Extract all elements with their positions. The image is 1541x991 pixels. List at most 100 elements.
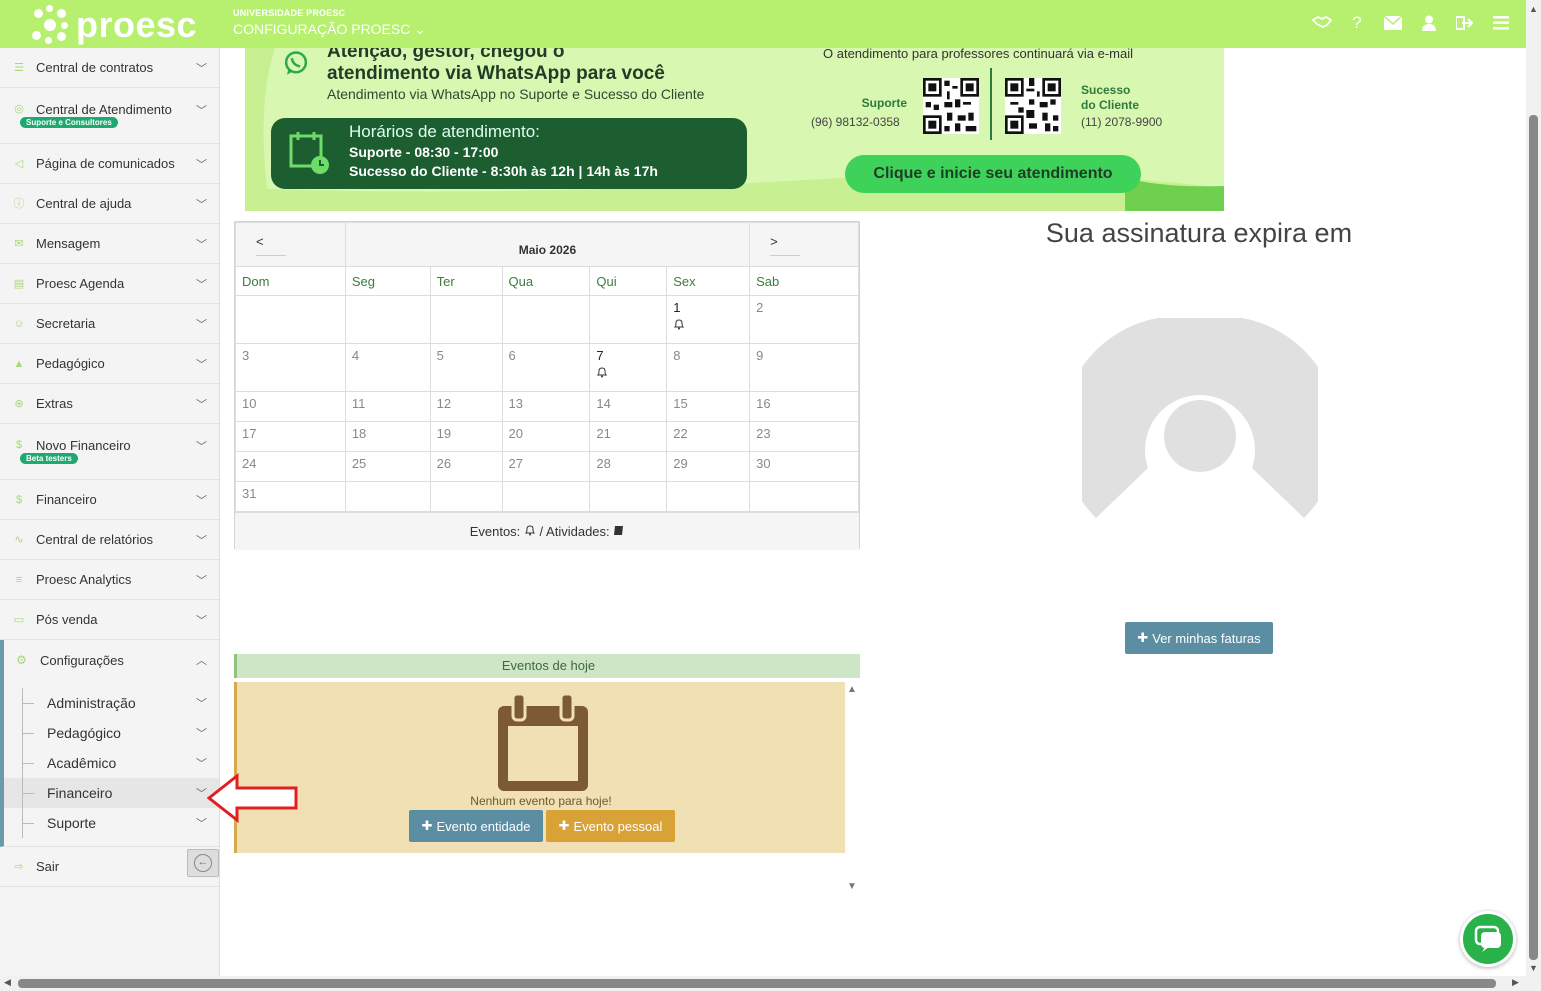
sidebar-item-secretaria[interactable]: ☺ Secretaria ﹀ (0, 304, 219, 344)
calendar-day[interactable]: 22 (666, 421, 751, 452)
calendar-day[interactable]: 11 (344, 391, 431, 422)
calendar-day[interactable]: 6 (501, 343, 591, 392)
user-icon[interactable] (1420, 12, 1438, 34)
config-subitem-academico[interactable]: Acadêmico ﹀ (4, 748, 219, 778)
sidebar-item-central-de-ajuda[interactable]: ⓘ Central de ajuda ﹀ (0, 184, 219, 224)
sidebar-item-p-gina-de-comunicados[interactable]: ◁ Página de comunicados ﹀ (0, 144, 219, 184)
sidebar-item-central-de-contratos[interactable]: ☰ Central de contratos ﹀ (0, 48, 219, 88)
calendar-day[interactable]: 4 (344, 343, 431, 392)
calendar-day[interactable]: 3 (235, 343, 346, 392)
day-number: 21 (596, 426, 611, 441)
calendar-day[interactable]: 24 (235, 451, 346, 482)
calendar-day[interactable]: 16 (749, 391, 859, 422)
calendar-day[interactable]: 12 (429, 391, 503, 422)
calendar-week-row: 17 18 19 20 21 22 23 (235, 421, 859, 452)
view-invoices-button[interactable]: ✚ Ver minhas faturas (1125, 622, 1273, 654)
scroll-up-icon[interactable]: ▲ (1529, 4, 1538, 14)
config-subitem-pedagogico[interactable]: Pedagógico ﹀ (4, 718, 219, 748)
calendar-day[interactable]: 1 (666, 295, 751, 344)
menu-icon[interactable] (1492, 12, 1510, 34)
calendar-day[interactable]: 19 (429, 421, 503, 452)
calendar-day[interactable]: 26 (429, 451, 503, 482)
institution-selector[interactable]: UNIVERSIDADE PROESC CONFIGURAÇÃO PROESC … (233, 8, 426, 38)
chat-button[interactable] (1460, 911, 1516, 967)
sidebar-item-p-s-venda[interactable]: ▭ Pós venda ﹀ (0, 600, 219, 640)
proesc-logo[interactable]: proesc (30, 4, 197, 45)
calendar-prev-button[interactable]: < (235, 222, 346, 267)
sidebar-item-financeiro[interactable]: $ Financeiro ﹀ (0, 480, 219, 520)
scrollbar-thumb[interactable] (18, 979, 1496, 988)
calendar-day[interactable]: 14 (589, 391, 668, 422)
events-scrollbar[interactable]: ▲ ▼ (845, 682, 860, 892)
calendar-day[interactable]: 10 (235, 391, 346, 422)
calendar-day[interactable]: 31 (235, 481, 346, 512)
bell-icon[interactable] (596, 366, 660, 381)
calendar-day[interactable]: 13 (501, 391, 591, 422)
calendar-day[interactable]: 8 (666, 343, 751, 392)
arrow-left-circle-icon: ← (194, 854, 212, 872)
calendar-day[interactable]: 28 (589, 451, 668, 482)
success-qr-code[interactable] (1005, 78, 1061, 134)
config-subitem-suporte[interactable]: Suporte ﹀ (4, 808, 219, 838)
sidebar-item-label: Extras (36, 396, 73, 411)
calendar-day[interactable]: 9 (749, 343, 859, 392)
section-name[interactable]: CONFIGURAÇÃO PROESC ⌄ (233, 21, 426, 38)
sidebar-item-mensagem[interactable]: ✉ Mensagem ﹀ (0, 224, 219, 264)
support-qr-code[interactable] (923, 78, 979, 134)
sidebar-item-configuracoes[interactable]: ⚙ Configurações ︿ (4, 640, 219, 680)
sidebar-item-proesc-agenda[interactable]: ▤ Proesc Agenda ﹀ (0, 264, 219, 304)
sidebar-item-novo-financeiro[interactable]: $ Novo Financeiro ﹀ Beta testers (0, 424, 219, 480)
calendar-day[interactable]: 29 (666, 451, 751, 482)
headset-icon: ◎ (14, 103, 24, 115)
calendar-next-button[interactable]: > (749, 222, 859, 267)
chevron-down-icon: ﹀ (196, 105, 207, 117)
calendar-week-row: 31 (235, 481, 859, 512)
day-number: 28 (596, 456, 611, 471)
sidebar-badge: Beta testers (20, 453, 78, 464)
sidebar-item-proesc-analytics[interactable]: ≡ Proesc Analytics ﹀ (0, 560, 219, 600)
start-whatsapp-button[interactable]: Clique e inicie seu atendimento (845, 155, 1141, 193)
day-number: 8 (673, 348, 681, 363)
calendar-day[interactable]: 25 (344, 451, 431, 482)
calendar-day[interactable]: 17 (235, 421, 346, 452)
page-horizontal-scrollbar[interactable]: ◀ ▶ (0, 976, 1526, 991)
calendar-day[interactable]: 7 (589, 343, 668, 392)
whatsapp-banner[interactable]: Atenção, gestor, chegou o atendimento vi… (245, 48, 1224, 211)
calendar-day[interactable]: 20 (501, 421, 591, 452)
top-header: proesc UNIVERSIDADE PROESC CONFIGURAÇÃO … (0, 0, 1526, 48)
sidebar-item-label: Proesc Agenda (36, 276, 125, 291)
sidebar-item-label: Central de Atendimento (36, 102, 172, 117)
sidebar-item-pedag-gico[interactable]: ▲ Pedagógico ﹀ (0, 344, 219, 384)
button-label: Evento pessoal (573, 818, 663, 834)
handshake-icon[interactable] (1311, 12, 1333, 34)
config-subitem-financeiro[interactable]: Financeiro ﹀ (4, 778, 219, 808)
calendar-day[interactable]: 15 (666, 391, 751, 422)
add-entity-event-button[interactable]: ✚ Evento entidade (409, 810, 543, 842)
calendar-day[interactable]: 23 (749, 421, 859, 452)
scroll-down-icon[interactable]: ▼ (847, 881, 857, 892)
scroll-down-icon[interactable]: ▼ (1529, 963, 1538, 973)
calendar-day[interactable]: 5 (429, 343, 503, 392)
calendar-day[interactable]: 21 (589, 421, 668, 452)
day-number: 11 (351, 396, 366, 411)
bell-icon[interactable] (673, 318, 743, 333)
collapse-sidebar-button[interactable]: ← (187, 849, 219, 877)
calendar-day[interactable]: 2 (749, 295, 859, 344)
scroll-up-icon[interactable]: ▲ (847, 684, 857, 695)
sidebar-item-central-de-relat-rios[interactable]: ∿ Central de relatórios ﹀ (0, 520, 219, 560)
scroll-right-icon[interactable]: ▶ (1512, 977, 1519, 988)
sidebar-item-extras[interactable]: ⊕ Extras ﹀ (0, 384, 219, 424)
page-vertical-scrollbar[interactable]: ▲ ▼ (1526, 0, 1541, 991)
calendar-day[interactable]: 30 (749, 451, 859, 482)
scrollbar-thumb[interactable] (1529, 115, 1538, 960)
help-icon[interactable]: ? (1348, 12, 1366, 34)
mail-icon[interactable] (1383, 12, 1403, 34)
info-icon: ⓘ (13, 197, 25, 210)
calendar-day[interactable]: 27 (501, 451, 591, 482)
sidebar-item-central-de-atendimento[interactable]: ◎ Central de Atendimento ﹀ Suporte e Consul… (0, 88, 219, 144)
calendar-day[interactable]: 18 (344, 421, 431, 452)
config-subitem-administracao[interactable]: Administração ﹀ (4, 688, 219, 718)
add-personal-event-button[interactable]: ✚ Evento pessoal (546, 810, 675, 842)
logout-icon[interactable] (1455, 12, 1474, 34)
scroll-left-icon[interactable]: ◀ (4, 977, 11, 988)
